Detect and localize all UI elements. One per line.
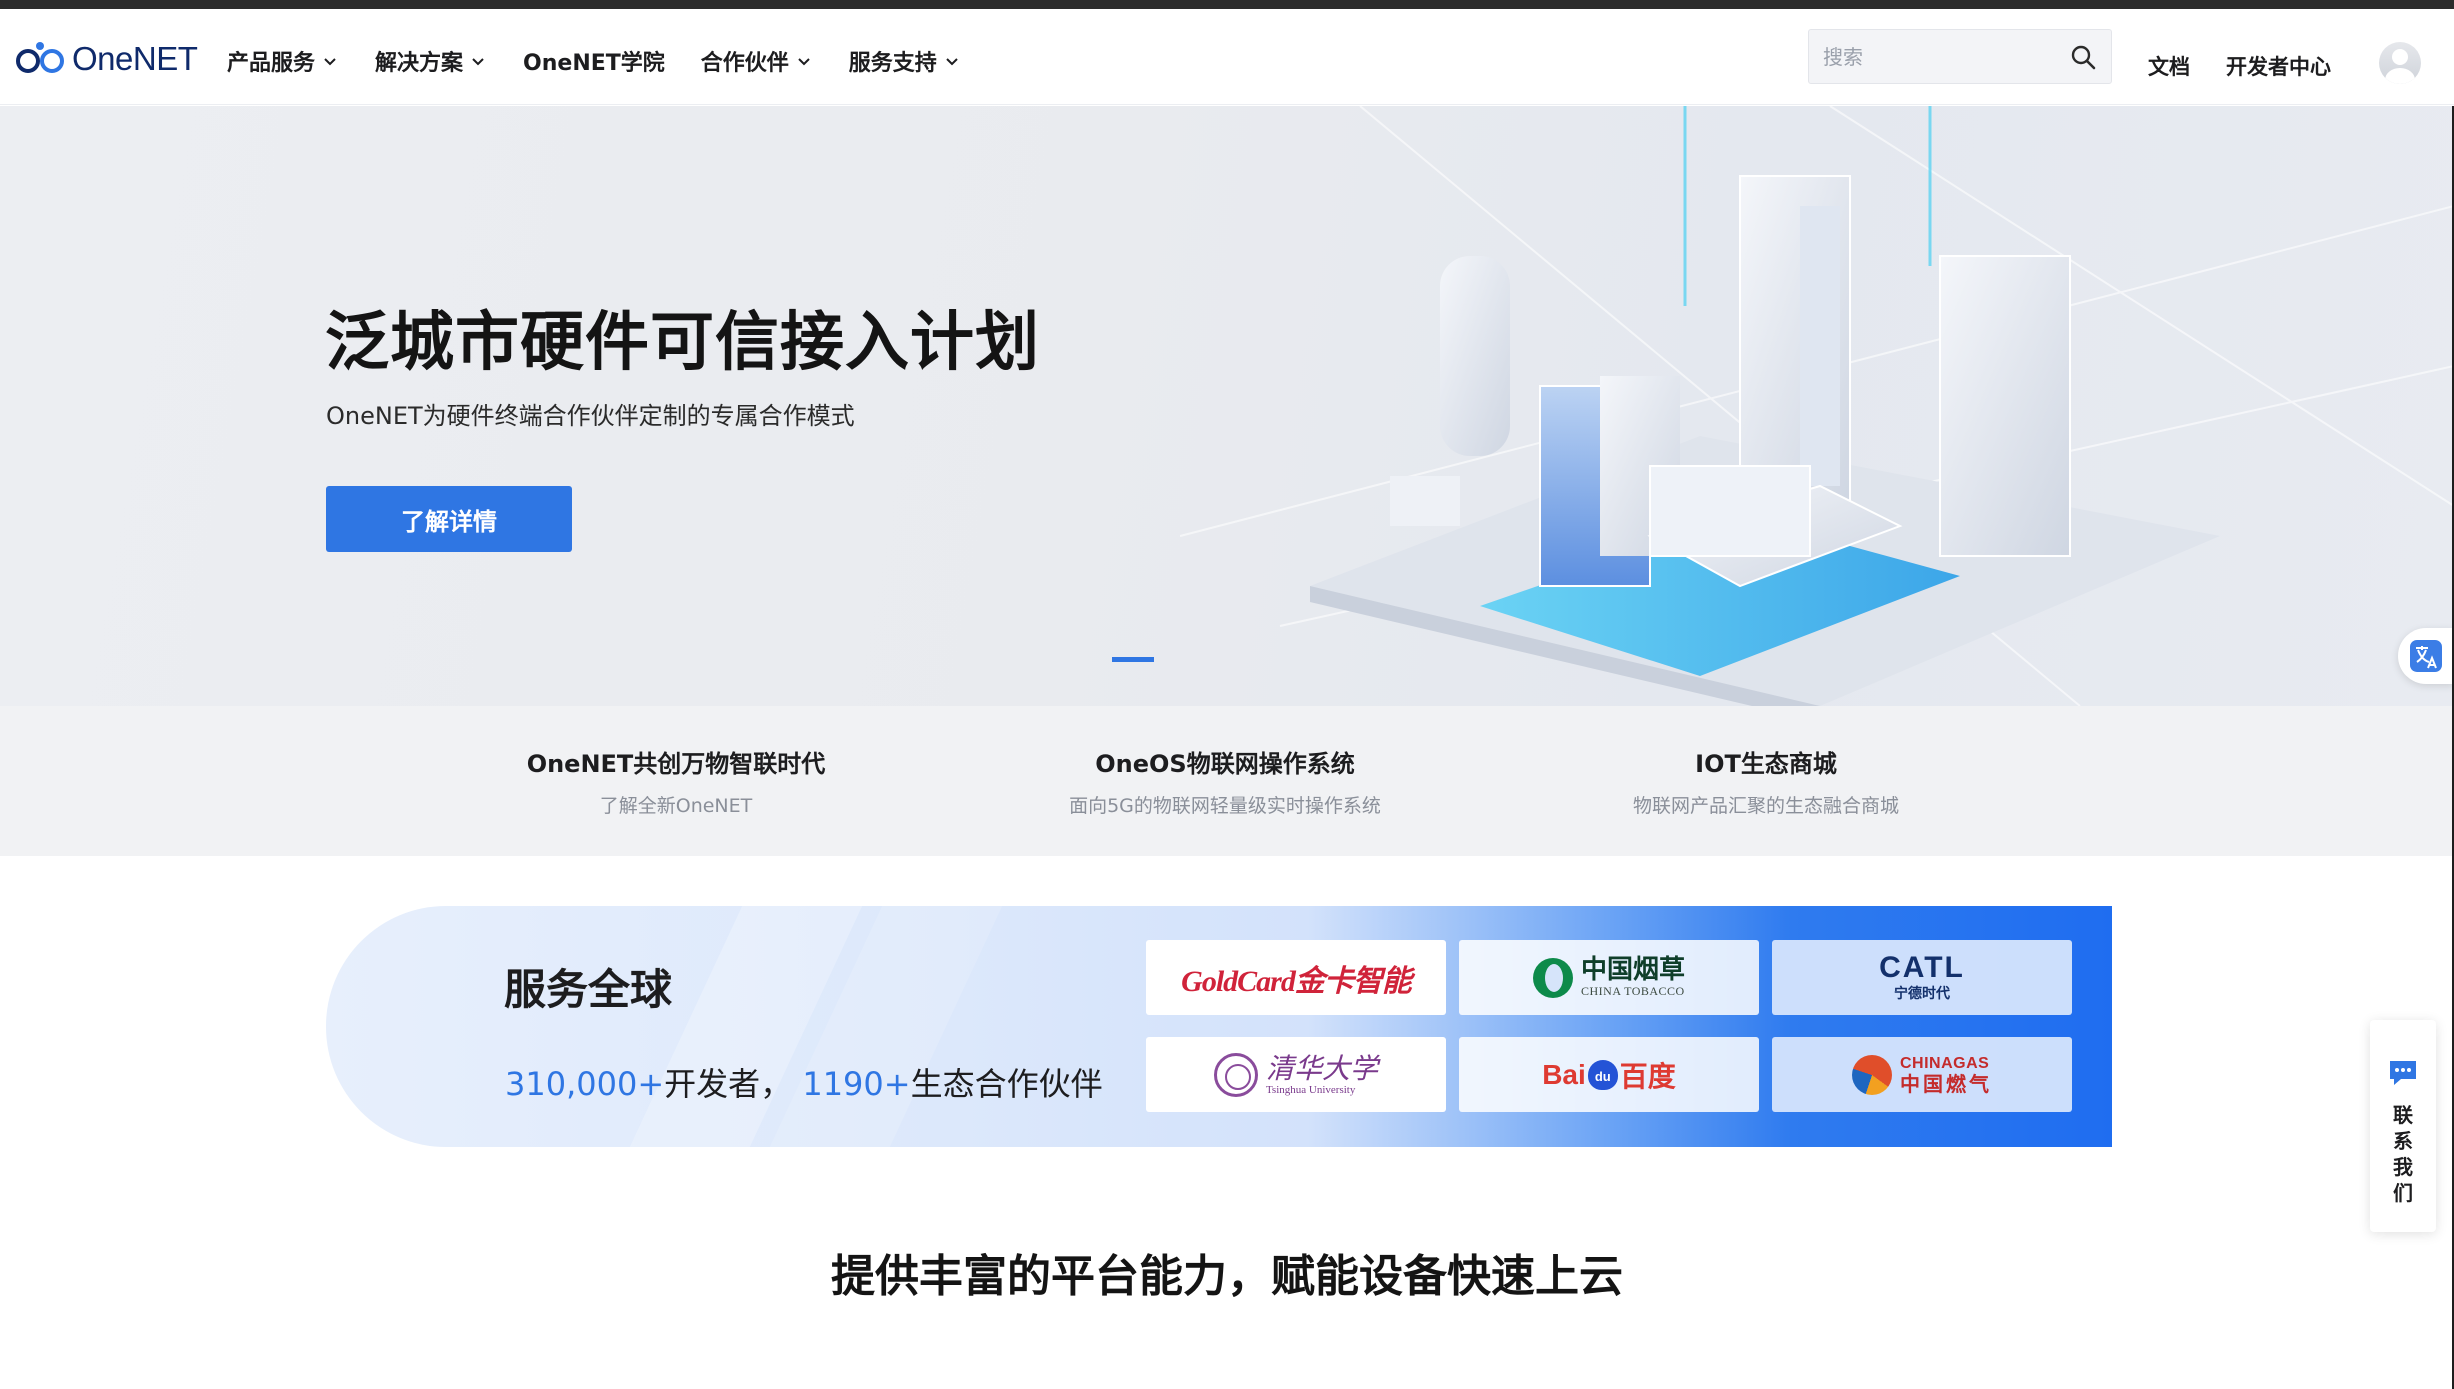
feature-onenet[interactable]: OneNET共创万物智联时代 了解全新OneNET [426, 744, 926, 818]
contact-us-float[interactable]: 联 系 我 们 [2370, 1020, 2436, 1232]
chinagas-en: CHINAGAS [1900, 1054, 1990, 1072]
feature-desc: 了解全新OneNET [599, 795, 753, 817]
partners-count: 1190+ [802, 1065, 911, 1103]
search-icon[interactable] [2069, 43, 2097, 71]
partner-logo-china-gas: CHINAGAS 中国燃气 [1772, 1037, 2072, 1112]
service-global-banner: 服务全球 310,000+开发者， 1190+生态合作伙伴 GoldCard金卡… [326, 906, 2112, 1147]
search-input[interactable] [1823, 42, 2063, 72]
service-global-title: 服务全球 [504, 965, 673, 1014]
contact-char: 我 [2393, 1155, 2413, 1179]
nav-products[interactable]: 产品服务 [227, 45, 339, 77]
carousel-indicator-active[interactable] [1112, 657, 1154, 662]
nav-partners[interactable]: 合作伙伴 [701, 45, 813, 77]
chinagas-cn: 中国燃气 [1900, 1071, 1992, 1096]
logo-text: OneNET [72, 40, 198, 77]
partner-logo-catl: CATL 宁德时代 [1772, 940, 2072, 1015]
partner-logo-baidu: Bai du 百度 [1459, 1037, 1759, 1112]
search-box [1808, 29, 2112, 84]
tobacco-cn: 中国烟草 [1580, 955, 1685, 985]
learn-more-button[interactable]: 了解详情 [326, 486, 572, 552]
nav-label: OneNET学院 [523, 51, 665, 76]
catl-cn: 宁德时代 [1893, 985, 1950, 1002]
tsinghua-cn: 清华大学 [1265, 1051, 1378, 1085]
window-top-edge [0, 0, 2454, 9]
nav-support[interactable]: 服务支持 [849, 45, 961, 77]
contact-char: 系 [2393, 1129, 2413, 1153]
feature-desc: 面向5G的物联网轻量级实时操作系统 [1069, 795, 1381, 817]
goldcard-wordmark: GoldCard金卡智能 [1181, 964, 1412, 998]
chevron-down-icon [472, 58, 484, 66]
feature-title: OneOS物联网操作系统 [1095, 750, 1355, 778]
service-stats: 310,000+开发者， 1190+生态合作伙伴 [505, 1059, 1103, 1105]
partner-logo-goldcard: GoldCard金卡智能 [1146, 940, 1446, 1015]
translate-button[interactable] [2398, 628, 2454, 684]
contact-char: 联 [2393, 1103, 2413, 1127]
chinagas-emblem [1852, 1054, 1892, 1095]
hero-title: 泛城市硬件可信接入计划 [325, 306, 1040, 380]
onenet-logo[interactable]: OneNET [14, 37, 198, 81]
dev-center-link[interactable]: 开发者中心 [2226, 51, 2331, 81]
partner-logo-china-tobacco: 中国烟草 CHINA TOBACCO [1459, 940, 1759, 1015]
developers-label: 开发者， [664, 1065, 793, 1103]
partner-logo-tsinghua: 清华大学 Tsinghua University [1146, 1037, 1446, 1112]
feature-desc: 物联网产品汇聚的生态融合商城 [1632, 795, 1899, 817]
feature-strip: OneNET共创万物智联时代 了解全新OneNET OneOS物联网操作系统 面… [0, 706, 2454, 856]
feature-oneos[interactable]: OneOS物联网操作系统 面向5G的物联网轻量级实时操作系统 [975, 744, 1475, 818]
tobacco-emblem [1532, 957, 1573, 998]
nav-solutions[interactable]: 解决方案 [375, 45, 487, 77]
feature-title: IOT生态商城 [1695, 750, 1837, 778]
contact-us-label: 联 系 我 们 [2370, 1102, 2436, 1206]
tsinghua-seal [1213, 1052, 1258, 1097]
nav-label: 解决方案 [375, 51, 464, 76]
tobacco-en: CHINA TOBACCO [1580, 984, 1685, 998]
city-illustration [1180, 106, 2454, 706]
nav-label: 合作伙伴 [700, 51, 789, 76]
contact-char: 们 [2393, 1181, 2413, 1205]
chevron-down-icon [324, 58, 336, 66]
onenet-logo-icon [16, 42, 64, 73]
partners-label: 生态合作伙伴 [910, 1065, 1103, 1103]
chevron-down-icon [798, 58, 810, 66]
avatar[interactable] [2379, 42, 2421, 84]
developers-count: 310,000+ [505, 1065, 665, 1103]
nav-academy[interactable]: OneNET学院 [523, 45, 665, 77]
baidu-cn: 百度 [1619, 1060, 1676, 1092]
baidu-bai: Bai [1542, 1058, 1586, 1090]
main-nav: 产品服务 解决方案 OneNET学院 合作伙伴 服务支持 [227, 45, 997, 77]
site-header: OneNET 产品服务 解决方案 OneNET学院 合作伙伴 服务支持 文档 开… [0, 9, 2454, 105]
docs-link[interactable]: 文档 [2148, 51, 2190, 81]
nav-label: 服务支持 [848, 51, 937, 76]
chevron-down-icon [946, 58, 958, 66]
nav-label: 产品服务 [227, 51, 316, 76]
platform-section-title: 提供丰富的平台能力，赋能设备快速上云 [831, 1251, 1623, 1302]
baidu-paw: du [1587, 1059, 1618, 1090]
chat-icon [2390, 1061, 2416, 1085]
feature-iot-mall[interactable]: IOT生态商城 物联网产品汇聚的生态融合商城 [1516, 744, 2016, 818]
tsinghua-en: Tsinghua University [1265, 1083, 1356, 1096]
catl-en: CATL [1879, 950, 1965, 984]
partner-logo-grid: GoldCard金卡智能 中国烟草 CHINA TOBACCO CATL 宁德时… [1146, 940, 2072, 1112]
hero-subtitle: OneNET为硬件终端合作伙伴定制的专属合作模式 [326, 402, 855, 430]
translate-icon [2410, 640, 2442, 672]
hero-banner: 泛城市硬件可信接入计划 OneNET为硬件终端合作伙伴定制的专属合作模式 了解详… [0, 106, 2454, 706]
feature-title: OneNET共创万物智联时代 [526, 750, 826, 778]
